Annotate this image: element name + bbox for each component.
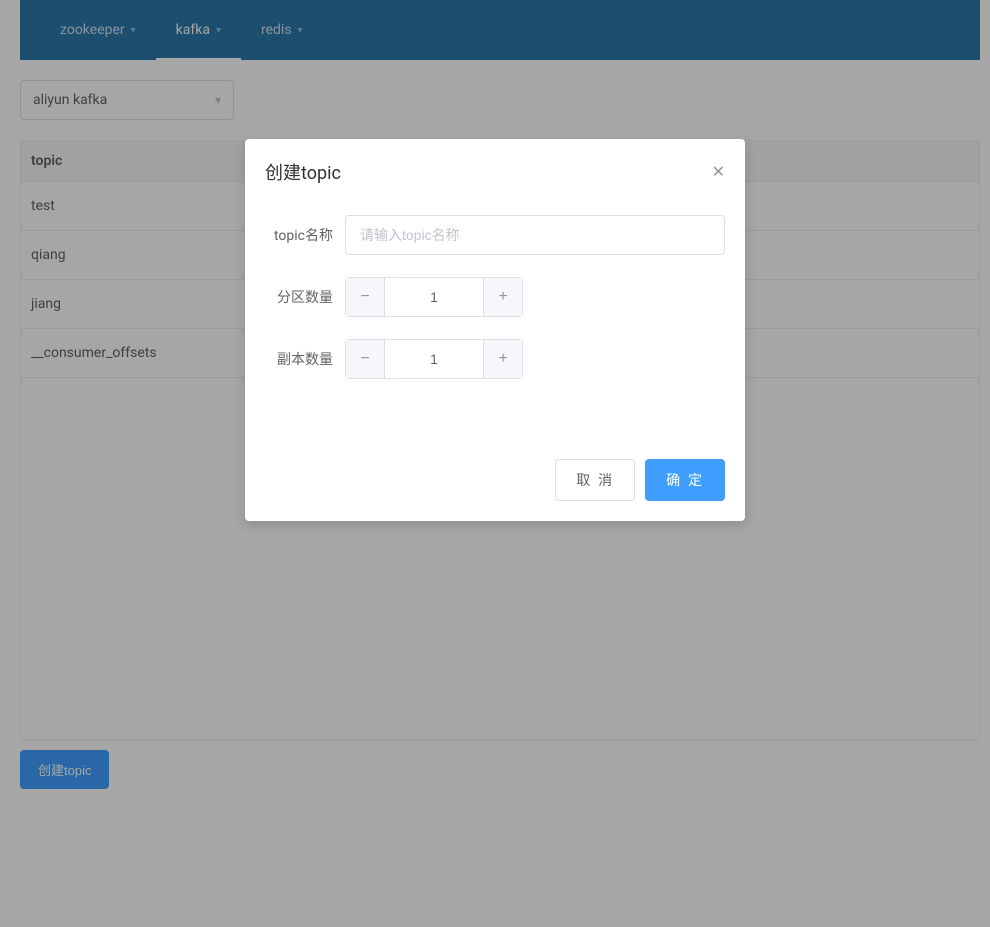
close-icon[interactable]: ✕ (712, 162, 725, 182)
cancel-button[interactable]: 取 消 (555, 459, 635, 501)
plus-icon[interactable]: + (483, 339, 523, 379)
dialog-title: 创建topic (265, 159, 341, 185)
replicas-input[interactable] (385, 339, 483, 379)
plus-icon[interactable]: + (483, 277, 523, 317)
partitions-label: 分区数量 (265, 287, 345, 307)
partitions-stepper: − + (345, 277, 523, 317)
replicas-label: 副本数量 (265, 349, 345, 369)
confirm-button[interactable]: 确 定 (645, 459, 725, 501)
replicas-stepper: − + (345, 339, 523, 379)
topic-name-label: topic名称 (265, 225, 345, 245)
minus-icon[interactable]: − (345, 339, 385, 379)
partitions-input[interactable] (385, 277, 483, 317)
create-topic-dialog: 创建topic ✕ topic名称 分区数量 − + 副本数量 − + 取 消 … (245, 139, 745, 521)
minus-icon[interactable]: − (345, 277, 385, 317)
topic-name-input[interactable] (345, 215, 725, 255)
